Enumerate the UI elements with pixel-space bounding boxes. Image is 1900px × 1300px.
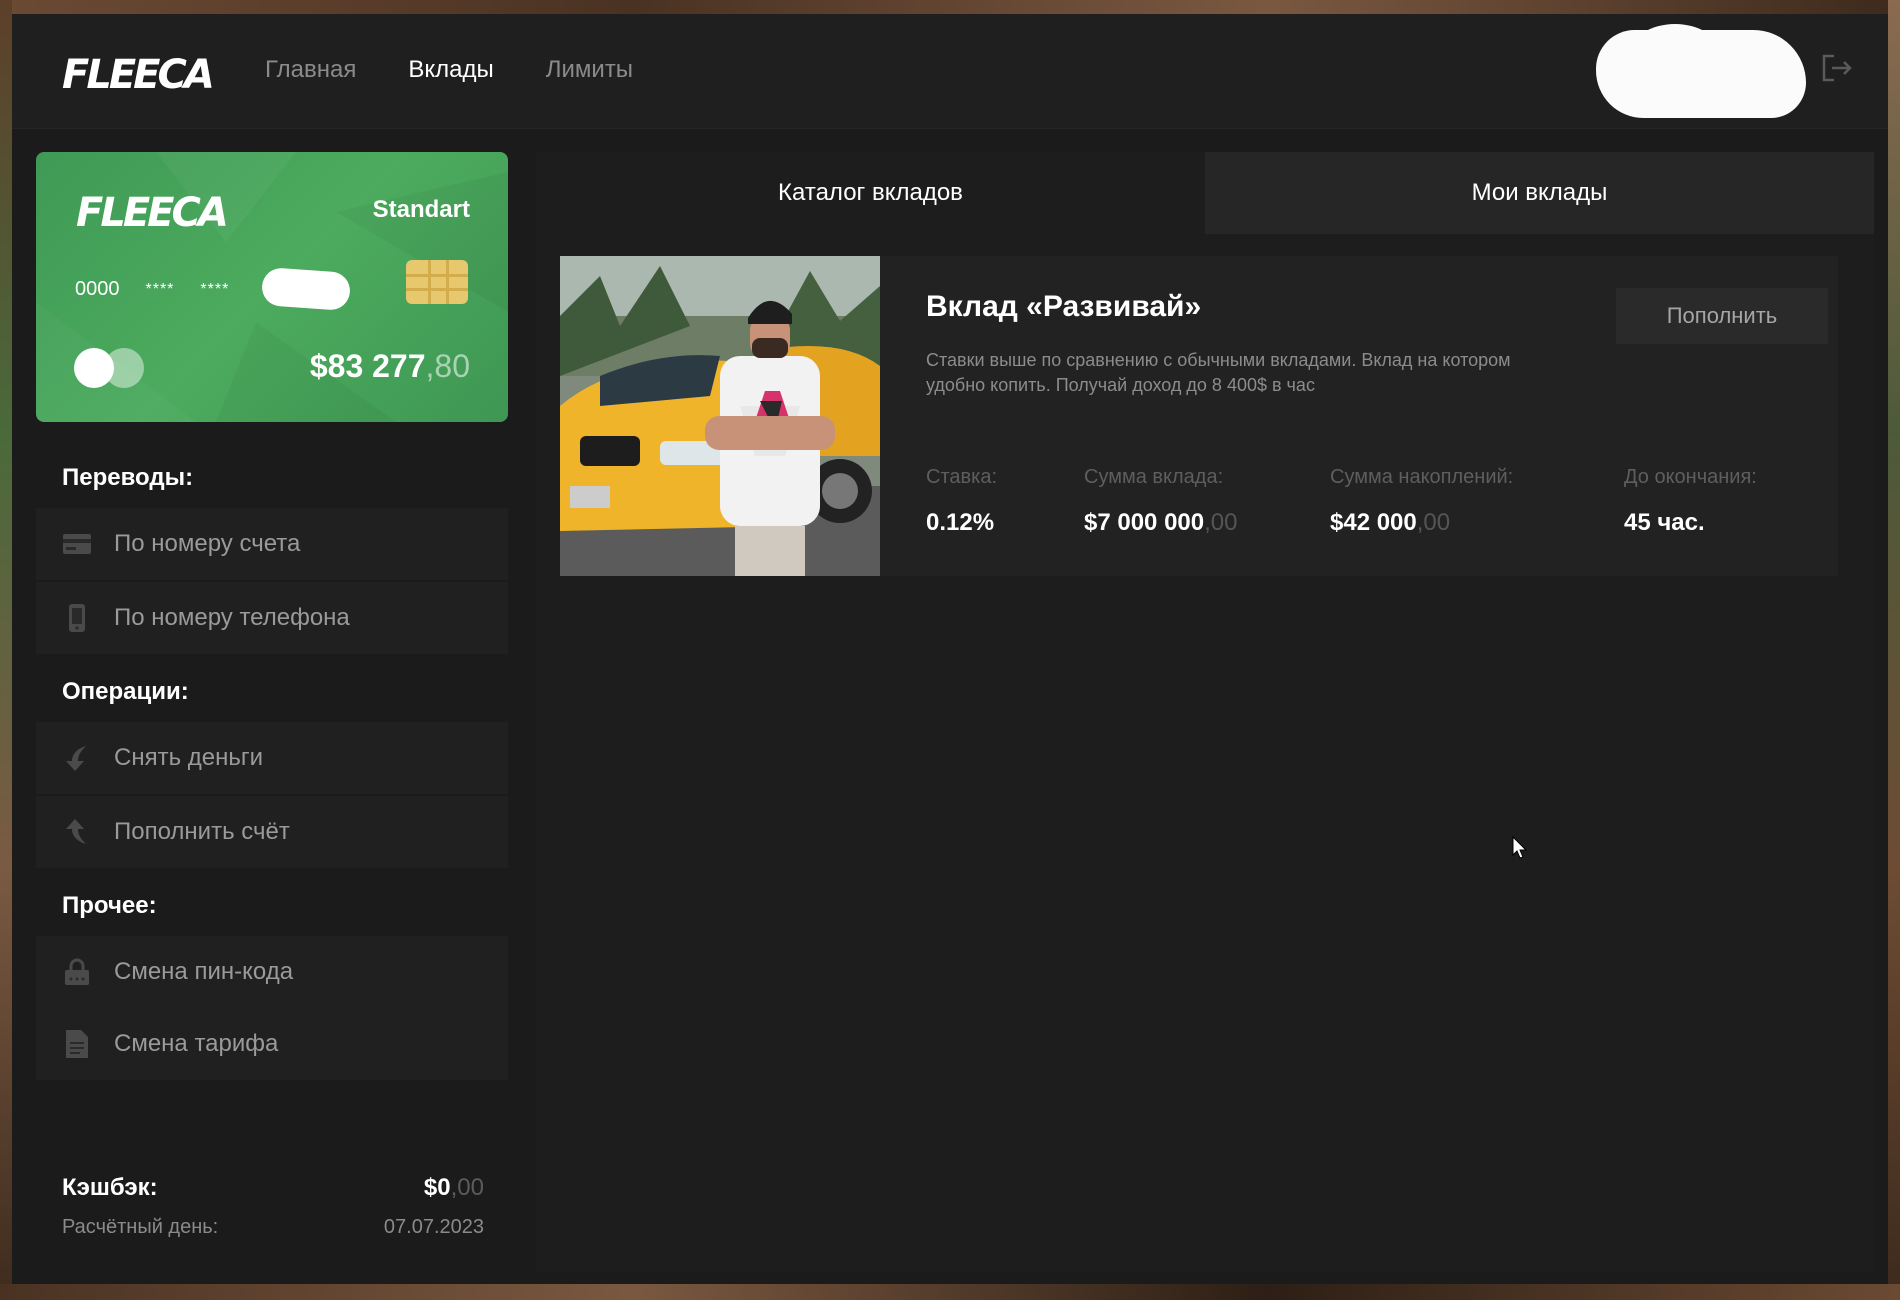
sidebar-item-phone-transfer[interactable]: По номеру телефона (36, 582, 508, 654)
redacted-user-name (1596, 24, 1806, 118)
tab-my-deposits[interactable]: Мои вклады (1205, 152, 1874, 234)
tab-deposit-catalog[interactable]: Каталог вкладов (536, 152, 1205, 234)
fleeca-logo: FLEECA (62, 52, 215, 98)
deposit-description: Ставки выше по сравнению с обычными вкла… (926, 350, 1511, 395)
stat-label: До окончания: (1624, 466, 1757, 488)
card-logo: FLEECA (76, 190, 229, 236)
nav-deposits[interactable]: Вклады (408, 56, 493, 84)
redacted-card-digits (260, 266, 352, 312)
lock-icon (62, 957, 92, 987)
stat-value: $42 000,00 (1330, 509, 1513, 537)
calc-day-value: 07.07.2023 (383, 1216, 484, 1238)
card-tier: Standart (372, 196, 470, 223)
balance-main: $83 277 (309, 348, 426, 384)
card-number: 0000 **** **** (75, 278, 229, 301)
stat-rate: Ставка: 0.12% (926, 466, 997, 537)
calc-day-label: Расчётный день: (62, 1216, 219, 1238)
background-edge (0, 1284, 1900, 1300)
deposit-title: Вклад «Развивай» (926, 290, 1202, 323)
cashback-main: $0 (423, 1174, 451, 1201)
logout-icon[interactable] (1818, 50, 1854, 86)
stat-value: 45 час. (1624, 509, 1705, 536)
bank-window: FLEECA Главная Вклады Лимиты FLEECA Stan… (12, 14, 1888, 1284)
operations-title: Операции: (62, 678, 189, 705)
cashback-value: $0,00 (424, 1174, 484, 1202)
sidebar-item-pin-change[interactable]: Смена пин-кода (36, 936, 508, 1008)
stat-deposit-sum: Сумма вклада: $7 000 000,00 (1084, 466, 1238, 537)
sidebar-item-account-transfer[interactable]: По номеру счета (36, 508, 508, 580)
cashback-cents: ,00 (450, 1174, 484, 1201)
deposit-image (560, 256, 880, 576)
chip-icon (406, 260, 468, 304)
sidebar-item-label: По номеру счета (114, 530, 301, 557)
sidebar-item-withdraw[interactable]: Снять деньги (36, 722, 508, 794)
deposit-tabs: Каталог вкладов Мои вклады (536, 152, 1874, 234)
arrow-down-icon (62, 743, 92, 773)
other-title: Прочее: (62, 892, 157, 919)
sidebar-item-tariff-change[interactable]: Смена тарифа (36, 1008, 508, 1080)
stat-value: $7 000 000,00 (1084, 509, 1238, 537)
stat-label: Ставка: (926, 466, 997, 488)
card-icon (62, 529, 92, 559)
nav-limits[interactable]: Лимиты (546, 56, 633, 84)
background-edge (1888, 0, 1900, 1300)
main-nav: Главная Вклады Лимиты (265, 56, 633, 84)
card-brand-icon (74, 348, 146, 388)
document-icon (62, 1029, 92, 1059)
nav-home[interactable]: Главная (265, 56, 356, 84)
card-number-first: 0000 (75, 278, 120, 300)
stat-value-main: $7 000 000 (1084, 509, 1205, 536)
arrow-up-icon (62, 817, 92, 847)
sidebar-item-label: Смена тарифа (114, 1030, 279, 1057)
sidebar-item-label: Пополнить счёт (114, 818, 290, 845)
stat-label: Сумма вклада: (1084, 466, 1224, 488)
card-balance: $83 277,80 (310, 348, 470, 385)
sidebar: FLEECA Standart 0000 **** **** $83 277,8… (36, 152, 508, 1272)
stat-value-cents: ,00 (1416, 509, 1451, 536)
background-edge (0, 0, 12, 1300)
mouse-cursor-icon (1512, 835, 1528, 860)
cashback-label: Кэшбэк: (62, 1174, 158, 1201)
stat-label: Сумма накоплений: (1330, 466, 1514, 488)
card-number-mask: **** (200, 280, 230, 298)
transfers-title: Переводы: (62, 464, 194, 491)
background-edge (0, 0, 1900, 14)
stat-time-left: До окончания: 45 час. (1624, 466, 1757, 537)
stat-savings: Сумма накоплений: $42 000,00 (1330, 466, 1513, 537)
card-number-mask: **** (145, 280, 175, 298)
stat-value: 0.12% (926, 509, 995, 536)
top-bar: FLEECA Главная Вклады Лимиты (12, 14, 1888, 129)
sidebar-item-top-up[interactable]: Пополнить счёт (36, 796, 508, 868)
balance-cents: ,80 (425, 348, 470, 384)
stat-value-main: $42 000 (1330, 509, 1417, 536)
sidebar-item-label: По номеру телефона (114, 604, 350, 631)
sidebar-item-label: Смена пин-кода (114, 958, 294, 985)
phone-icon (62, 603, 92, 633)
deposit-card: Вклад «Развивай» Ставки выше по сравнени… (560, 256, 1838, 576)
sidebar-item-label: Снять деньги (114, 744, 264, 771)
main-panel: Каталог вкладов Мои вклады Вклад «Развив… (536, 152, 1874, 1272)
bank-card: FLEECA Standart 0000 **** **** $83 277,8… (36, 152, 508, 422)
top-up-deposit-button[interactable]: Пополнить (1616, 288, 1828, 344)
stat-value-cents: ,00 (1204, 509, 1238, 536)
